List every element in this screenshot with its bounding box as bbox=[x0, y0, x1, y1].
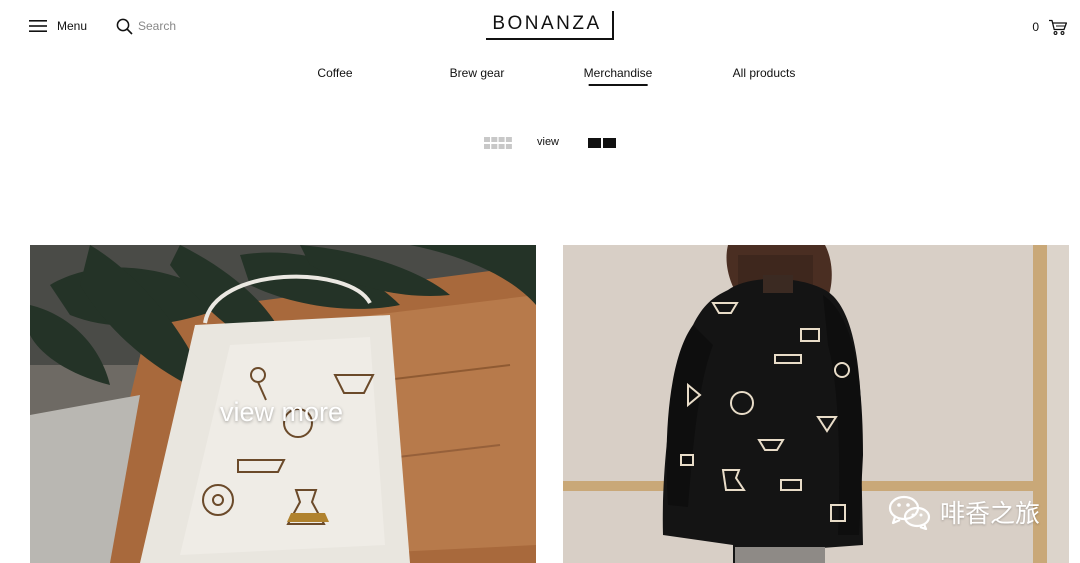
logo-bracket bbox=[612, 11, 614, 40]
two-column-view-icon[interactable] bbox=[588, 138, 616, 148]
category-coffee[interactable]: Coffee bbox=[317, 66, 352, 80]
logo-text: BONANZA bbox=[492, 13, 602, 34]
wechat-watermark: 啡香之旅 bbox=[888, 494, 1040, 530]
logo-underline bbox=[486, 38, 614, 40]
wechat-icon bbox=[888, 495, 931, 530]
category-nav: Coffee Brew gear Merchandise All product… bbox=[0, 66, 1080, 90]
brand-logo[interactable]: BONANZA bbox=[484, 9, 616, 43]
category-all-products[interactable]: All products bbox=[733, 66, 796, 80]
view-label: view bbox=[537, 136, 560, 148]
category-merchandise[interactable]: Merchandise bbox=[584, 66, 652, 86]
grid-view-icon[interactable] bbox=[484, 137, 512, 149]
search-label: Search bbox=[138, 19, 177, 33]
watermark-text: 啡香之旅 bbox=[940, 499, 1041, 528]
search-button[interactable]: Search bbox=[116, 14, 176, 38]
category-brew-gear[interactable]: Brew gear bbox=[450, 66, 505, 80]
menu-button[interactable]: Menu bbox=[29, 14, 87, 38]
menu-label: Menu bbox=[57, 19, 88, 33]
cart-button[interactable]: 0 bbox=[1032, 16, 1068, 38]
hamburger-icon bbox=[29, 20, 47, 32]
cart-icon bbox=[1049, 19, 1068, 35]
view-more-label: view more bbox=[220, 397, 344, 427]
cart-count: 0 bbox=[1032, 20, 1039, 34]
search-icon bbox=[116, 18, 133, 35]
view-switcher: view bbox=[0, 132, 1080, 154]
product-card-tote-bag[interactable]: view more bbox=[30, 245, 536, 563]
